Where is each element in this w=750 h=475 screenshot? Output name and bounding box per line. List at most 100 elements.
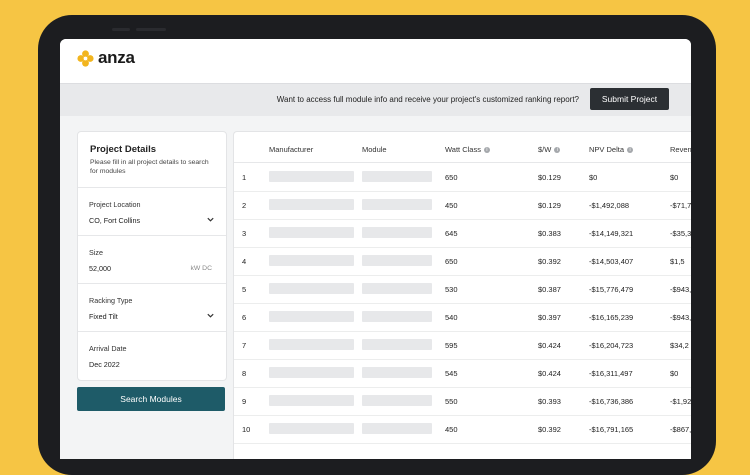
chevron-down-icon	[207, 217, 214, 222]
table-row[interactable]: 9 550 $0.393 -$16,736,386 -$1,92	[234, 387, 691, 416]
info-icon[interactable]: i	[483, 146, 490, 153]
panel-subtitle: Please fill in all project details to se…	[90, 159, 209, 175]
manufacturer-placeholder	[269, 423, 354, 434]
info-icon[interactable]: i	[627, 146, 634, 153]
price-per-watt-cell: $0.392	[538, 257, 561, 266]
module-placeholder	[362, 395, 432, 406]
panel-header: Project Details Please fill in all proje…	[78, 132, 226, 188]
revenue-cell: $1,5	[670, 257, 685, 266]
row-number: 3	[242, 229, 247, 238]
row-number: 4	[242, 257, 247, 266]
price-per-watt-cell: $0.393	[538, 397, 561, 406]
watt-class-cell: 650	[445, 257, 458, 266]
project-location-select[interactable]: Project Location CO, Fort Collins	[78, 188, 226, 236]
watt-class-cell: 645	[445, 229, 458, 238]
manufacturer-placeholder	[269, 311, 354, 322]
field-label: Racking Type	[89, 296, 133, 305]
revenue-cell: -$943,	[670, 285, 691, 294]
row-number: 7	[242, 341, 247, 350]
row-number: 5	[242, 285, 247, 294]
npv-delta-cell: -$1,492,088	[589, 201, 630, 210]
npv-delta-cell: -$16,165,239	[589, 313, 634, 322]
module-placeholder	[362, 171, 432, 182]
field-value: Fixed Tilt	[89, 312, 118, 321]
table-row[interactable]: 6 540 $0.397 -$16,165,239 -$943,	[234, 303, 691, 332]
tablet-button	[136, 28, 166, 31]
module-placeholder	[362, 255, 432, 266]
upgrade-banner: Want to access full module info and rece…	[60, 83, 691, 117]
npv-delta-cell: -$16,736,386	[589, 397, 634, 406]
watt-class-cell: 545	[445, 369, 458, 378]
revenue-cell: -$943,	[670, 313, 691, 322]
table-row[interactable]: 5 530 $0.387 -$15,776,479 -$943,	[234, 275, 691, 304]
npv-delta-cell: -$14,503,407	[589, 257, 634, 266]
size-input[interactable]: Size 52,000 kW DC	[78, 236, 226, 284]
price-per-watt-cell: $0.129	[538, 201, 561, 210]
row-number: 1	[242, 173, 247, 182]
column-header-sw[interactable]: $/W i	[538, 145, 561, 154]
modules-table: Manufacturer Module Watt Class i $/W i NPV…	[233, 131, 691, 459]
manufacturer-placeholder	[269, 171, 354, 182]
banner-text: Want to access full module info and rece…	[276, 95, 579, 104]
row-number: 9	[242, 397, 247, 406]
top-bar: anza	[60, 39, 691, 83]
manufacturer-placeholder	[269, 227, 354, 238]
table-row[interactable]: 3 645 $0.383 -$14,149,321 -$35,3	[234, 219, 691, 248]
column-header-module[interactable]: Module	[362, 145, 387, 154]
table-row[interactable]: 7 595 $0.424 -$16,204,723 $34,2	[234, 331, 691, 360]
field-value: Dec 2022	[89, 360, 120, 369]
table-row[interactable]: 4 650 $0.392 -$14,503,407 $1,5	[234, 247, 691, 276]
row-number: 2	[242, 201, 247, 210]
watt-class-cell: 650	[445, 173, 458, 182]
module-placeholder	[362, 311, 432, 322]
watt-class-cell: 530	[445, 285, 458, 294]
npv-delta-cell: -$16,311,497	[589, 369, 633, 378]
app-screen: anza Want to access full module info and…	[60, 39, 691, 459]
module-placeholder	[362, 367, 432, 378]
info-icon[interactable]: i	[554, 146, 561, 153]
module-placeholder	[362, 339, 432, 350]
arrival-date-input[interactable]: Arrival Date Dec 2022	[78, 332, 226, 379]
main-content: Project Details Please fill in all proje…	[60, 116, 691, 459]
revenue-cell: -$71,7	[670, 201, 691, 210]
column-header-watt-class[interactable]: Watt Class i	[445, 145, 490, 154]
module-placeholder	[362, 423, 432, 434]
module-placeholder	[362, 283, 432, 294]
watt-class-cell: 595	[445, 341, 458, 350]
table-row[interactable]: 2 450 $0.129 -$1,492,088 -$71,7	[234, 191, 691, 220]
panel-title: Project Details	[90, 144, 156, 155]
logo-text: anza	[98, 48, 135, 67]
watt-class-cell: 450	[445, 201, 458, 210]
tablet-button	[112, 28, 130, 31]
manufacturer-placeholder	[269, 367, 354, 378]
search-modules-button[interactable]: Search Modules	[77, 387, 225, 411]
field-value: CO, Fort Collins	[89, 216, 141, 225]
watt-class-cell: 540	[445, 313, 458, 322]
price-per-watt-cell: $0.387	[538, 285, 561, 294]
manufacturer-placeholder	[269, 283, 354, 294]
revenue-cell: $34,2	[670, 341, 689, 350]
field-label: Size	[89, 248, 103, 257]
flower-logo-icon	[77, 49, 94, 67]
column-header-manufacturer[interactable]: Manufacturer	[269, 145, 313, 154]
table-row[interactable]: 8 545 $0.424 -$16,311,497 $0	[234, 359, 691, 388]
npv-delta-cell: -$15,776,479	[589, 285, 634, 294]
logo[interactable]: anza	[77, 48, 135, 68]
column-header-npv-delta[interactable]: NPV Delta i	[589, 145, 634, 154]
row-number: 8	[242, 369, 247, 378]
module-placeholder	[362, 199, 432, 210]
watt-class-cell: 550	[445, 397, 458, 406]
revenue-cell: $0	[670, 369, 679, 378]
field-unit: kW DC	[190, 265, 212, 272]
manufacturer-placeholder	[269, 199, 354, 210]
revenue-cell: $0	[670, 173, 679, 182]
racking-type-select[interactable]: Racking Type Fixed Tilt	[78, 284, 226, 332]
price-per-watt-cell: $0.424	[538, 369, 561, 378]
chevron-down-icon	[207, 313, 214, 318]
manufacturer-placeholder	[269, 395, 354, 406]
submit-project-button[interactable]: Submit Project	[590, 88, 669, 110]
column-header-revenue[interactable]: Reven	[670, 145, 691, 154]
manufacturer-placeholder	[269, 255, 354, 266]
table-row[interactable]: 1 650 $0.129 $0 $0	[234, 163, 691, 192]
price-per-watt-cell: $0.424	[538, 341, 561, 350]
